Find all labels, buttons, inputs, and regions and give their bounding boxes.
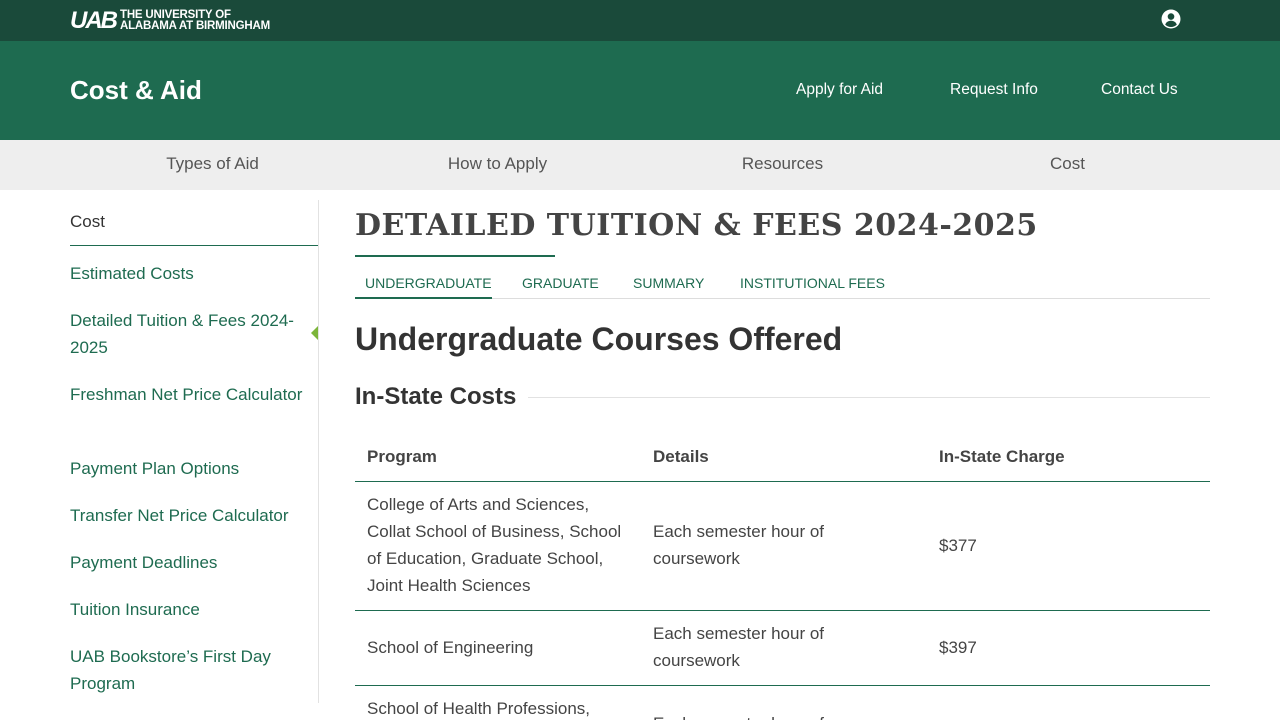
- sidebar-divider: [70, 245, 318, 246]
- tab-graduate[interactable]: Graduate: [522, 275, 599, 291]
- cell-charge: $397: [939, 638, 977, 657]
- logo-wordmark: THE UNIVERSITY OF ALABAMA AT BIRMINGHAM: [120, 9, 270, 32]
- section-nav-cost[interactable]: Cost: [925, 154, 1210, 174]
- column-header-program: Program: [367, 447, 437, 466]
- cell-details: Each semester hour of: [653, 710, 873, 720]
- nav-apply-for-aid[interactable]: Apply for Aid: [796, 81, 883, 99]
- cell-details: Each semester hour of coursework: [653, 522, 825, 568]
- sidebar-item-payment-plan[interactable]: Payment Plan Options: [70, 455, 310, 482]
- sidebar-item-freshman-net-price[interactable]: Freshman Net Price Calculator: [70, 381, 310, 408]
- sidebar-item-transfer-net-price[interactable]: Transfer Net Price Calculator: [70, 502, 318, 529]
- section-heading: Undergraduate Courses Offered: [355, 321, 843, 357]
- sidebar-item-detailed-tuition-fees[interactable]: Detailed Tuition & Fees 2024-2025: [70, 307, 310, 361]
- sidebar-item-bookstore-first-day[interactable]: UAB Bookstore’s First Day Program: [70, 643, 310, 697]
- nav-request-info[interactable]: Request Info: [950, 81, 1038, 99]
- active-item-indicator: [311, 326, 318, 340]
- column-header-details: Details: [653, 447, 709, 466]
- table-row: College of Arts and Sciences, Collat Sch…: [355, 482, 1210, 611]
- section-nav-resources[interactable]: Resources: [640, 154, 925, 174]
- nav-contact-us[interactable]: Contact Us: [1101, 81, 1178, 99]
- cell-program: School of Engineering: [367, 638, 534, 657]
- logo-line-2: ALABAMA AT BIRMINGHAM: [120, 20, 270, 32]
- tab-undergraduate[interactable]: Undergraduate: [365, 275, 492, 291]
- sidebar-heading[interactable]: Cost: [70, 212, 105, 232]
- title-underline: [355, 255, 555, 257]
- tab-summary[interactable]: Summary: [633, 275, 704, 291]
- cell-details: Each semester hour of coursework: [653, 624, 825, 670]
- cell-charge: $377: [939, 536, 977, 555]
- active-tab-indicator: [355, 297, 492, 299]
- section-nav: Types of Aid How to Apply Resources Cost: [0, 140, 1280, 190]
- user-circle-icon[interactable]: [1161, 9, 1181, 29]
- table-header-row: Program Details In-State Charge: [355, 435, 1210, 482]
- tab-bar: Undergraduate Graduate Summary Instituti…: [355, 265, 1210, 299]
- logo-mark: UAB: [70, 7, 118, 34]
- site-title[interactable]: Cost & Aid: [70, 75, 202, 106]
- university-topbar: UAB THE UNIVERSITY OF ALABAMA AT BIRMING…: [0, 0, 1280, 41]
- column-header-charge: In-State Charge: [939, 447, 1065, 466]
- uab-logo[interactable]: UAB THE UNIVERSITY OF ALABAMA AT BIRMING…: [70, 7, 270, 34]
- section-nav-how-to-apply[interactable]: How to Apply: [355, 154, 640, 174]
- tab-institutional-fees[interactable]: Institutional Fees: [740, 275, 885, 291]
- subsection-heading: In-State Costs: [355, 383, 529, 411]
- table-row: School of Engineering Each semester hour…: [355, 611, 1210, 686]
- table-row: School of Health Professions, Each semes…: [355, 686, 1210, 720]
- sidebar-item-estimated-costs[interactable]: Estimated Costs: [70, 260, 310, 287]
- sidebar: Cost Estimated Costs Detailed Tuition & …: [70, 200, 319, 703]
- site-header: Cost & Aid Apply for Aid Request Info Co…: [0, 41, 1280, 140]
- cell-program: School of Health Professions,: [367, 699, 591, 718]
- section-nav-types-of-aid[interactable]: Types of Aid: [70, 154, 355, 174]
- page-title: DETAILED TUITION & FEES 2024-2025: [355, 208, 1038, 243]
- cell-program: College of Arts and Sciences, Collat Sch…: [367, 495, 622, 595]
- sidebar-item-payment-deadlines[interactable]: Payment Deadlines: [70, 549, 310, 576]
- sidebar-item-tuition-insurance[interactable]: Tuition Insurance: [70, 596, 310, 623]
